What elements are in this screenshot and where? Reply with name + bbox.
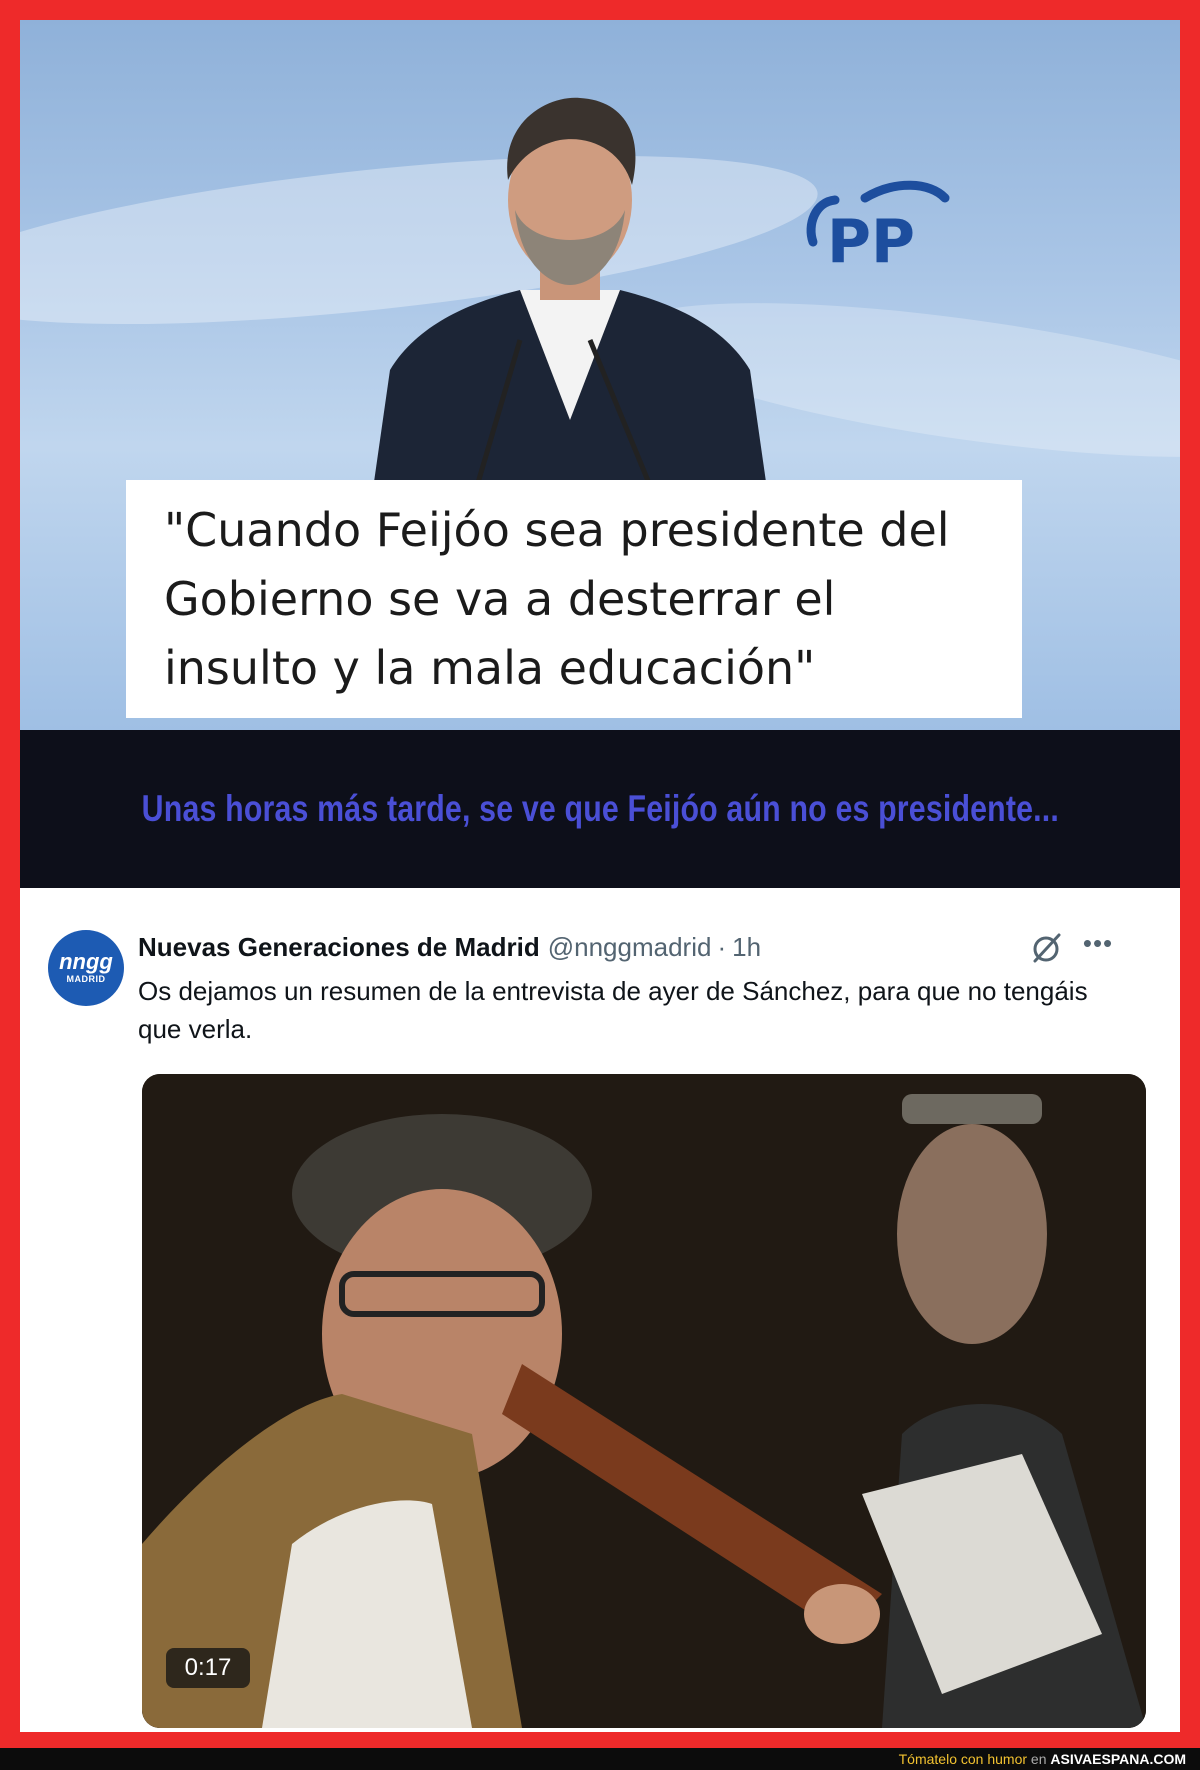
video-thumbnail[interactable]: 0:17 [142, 1074, 1146, 1728]
red-frame: PP "Cuando Feijóo sea presidente del Gob… [0, 0, 1200, 1748]
svg-text:PP: PP [827, 207, 915, 277]
author-handle[interactable]: @nnggmadrid [548, 932, 712, 962]
caption-text: Unas horas más tarde, se ve que Feijóo a… [141, 788, 1059, 829]
quote-text: "Cuando Feijóo sea presidente del Gobier… [164, 503, 950, 695]
quote-box: "Cuando Feijóo sea presidente del Gobier… [126, 480, 1022, 718]
tweet-time[interactable]: 1h [732, 932, 761, 962]
more-options-icon[interactable]: ••• [1080, 928, 1116, 958]
separator-dot: · [717, 932, 727, 962]
pp-logo: PP [806, 180, 950, 277]
footer-bar: Tómatelo con humor en ASIVAESPANA.COM [0, 1748, 1200, 1770]
avatar-logo-subtext: MADRID [66, 974, 106, 984]
author-name[interactable]: Nuevas Generaciones de Madrid [138, 932, 540, 962]
footer-prefix: Tómatelo con humor [898, 1751, 1028, 1767]
tweet-header: Nuevas Generaciones de Madrid @nnggmadrid… [138, 930, 761, 964]
avatar[interactable]: nngg MADRID [48, 930, 124, 1006]
video-duration-badge: 0:17 [166, 1648, 250, 1688]
footer-credit: Tómatelo con humor en ASIVAESPANA.COM [899, 1750, 1186, 1768]
footer-site-link[interactable]: ASIVAESPANA.COM [1050, 1751, 1186, 1767]
tweet-card: nngg MADRID Nuevas Generaciones de Madri… [20, 888, 1180, 1732]
press-conference-photo: PP "Cuando Feijóo sea presidente del Gob… [20, 20, 1180, 730]
avatar-logo-text: nngg [59, 949, 113, 974]
grok-icon[interactable] [1030, 932, 1062, 964]
speaker-figure [370, 97, 770, 510]
footer-connector: en [1027, 1751, 1051, 1767]
caption-band: Unas horas más tarde, se ve que Feijóo a… [20, 730, 1180, 888]
tweet-text: Os dejamos un resumen de la entrevista d… [138, 976, 1088, 1044]
video-frame-image [142, 1074, 1146, 1728]
meme-content: PP "Cuando Feijóo sea presidente del Gob… [20, 20, 1180, 1732]
